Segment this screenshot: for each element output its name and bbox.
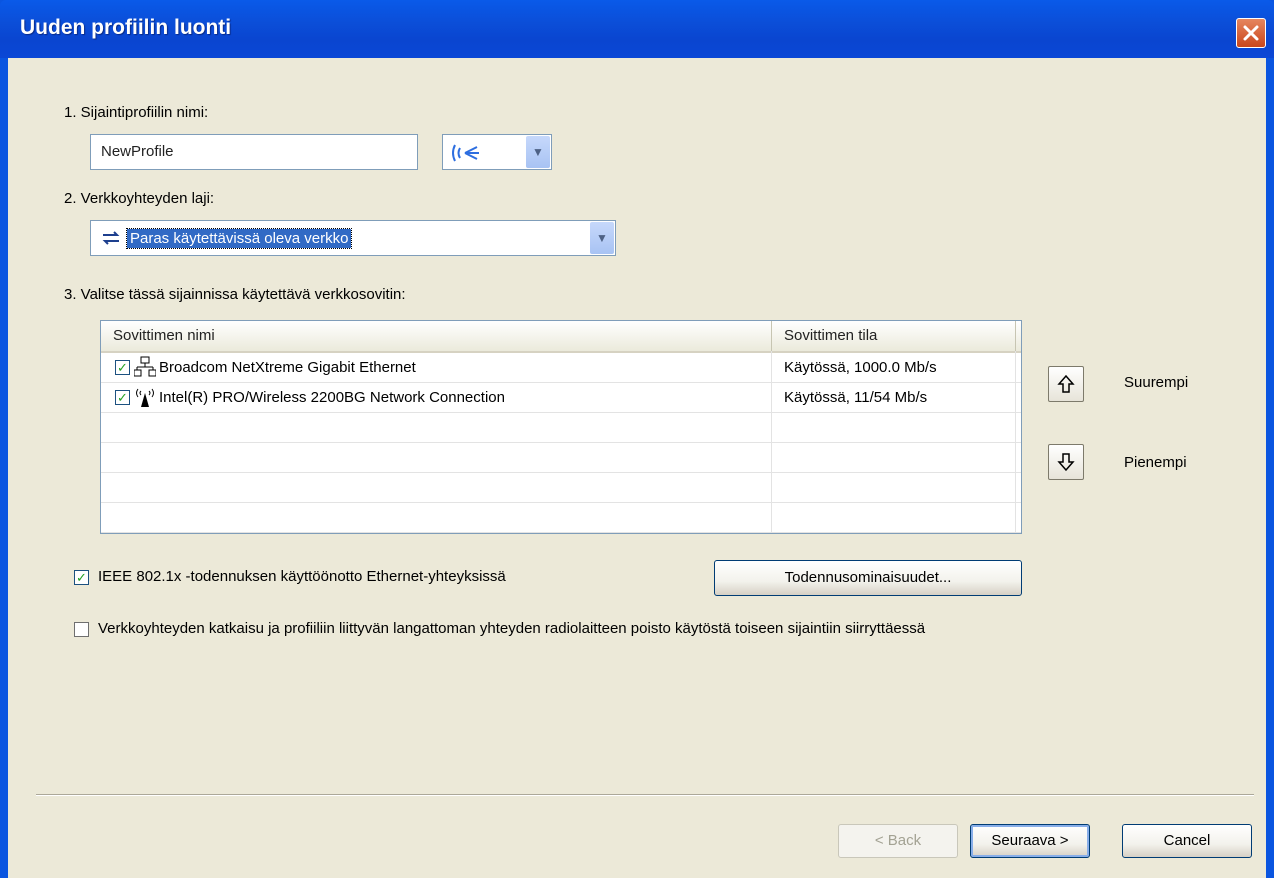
- wired-network-icon: [134, 356, 156, 377]
- disconnect-checkbox[interactable]: [74, 622, 89, 637]
- adapter-checkbox[interactable]: ✓: [115, 360, 130, 375]
- adapter-state: Käytössä, 11/54 Mb/s: [784, 389, 928, 406]
- next-button[interactable]: Seuraava >: [970, 824, 1090, 858]
- footer-separator: [36, 794, 1254, 796]
- move-down-button[interactable]: [1048, 444, 1084, 480]
- adapter-state: Käytössä, 1000.0 Mb/s: [784, 359, 937, 376]
- ieee-label: IEEE 802.1x -todennuksen käyttöönotto Et…: [98, 568, 506, 585]
- list-empty-row: [101, 503, 1021, 533]
- broadcast-icon: [452, 144, 479, 162]
- list-empty-row: [101, 473, 1021, 503]
- ieee-checkbox[interactable]: ✓: [74, 570, 89, 585]
- column-divider: [771, 351, 772, 533]
- close-button[interactable]: [1236, 18, 1266, 48]
- column-header-state[interactable]: Sovittimen tila: [772, 321, 1016, 351]
- disconnect-label: Verkkoyhteyden katkaisu ja profiiliin li…: [98, 620, 926, 637]
- cancel-button[interactable]: Cancel: [1122, 824, 1252, 858]
- chevron-down-icon[interactable]: ▼: [590, 222, 614, 254]
- connection-type-dropdown[interactable]: Paras käytettävissä oleva verkko ▼: [90, 220, 616, 256]
- chevron-down-icon[interactable]: ▼: [526, 136, 550, 168]
- move-up-label: Suurempi: [1124, 374, 1189, 391]
- auth-properties-button[interactable]: Todennusominaisuudet...: [714, 560, 1022, 596]
- connection-type-selected: Paras käytettävissä oleva verkko: [125, 228, 353, 249]
- move-down-label: Pienempi: [1124, 454, 1187, 471]
- list-empty-row: [101, 443, 1021, 473]
- adapter-row[interactable]: ✓ Intel(R) PRO/Wireless 2200BG Network C…: [101, 383, 1021, 413]
- column-divider: [1015, 351, 1016, 533]
- profile-icon-dropdown[interactable]: ▼: [442, 134, 552, 170]
- arrow-down-icon: [1057, 453, 1075, 472]
- list-empty-row: [101, 413, 1021, 443]
- title-bar: Uuden profiilin luonti: [0, 0, 1274, 58]
- close-icon: [1243, 25, 1259, 41]
- move-up-button[interactable]: [1048, 366, 1084, 402]
- profile-name-label: 1. Sijaintiprofiilin nimi:: [64, 104, 209, 121]
- column-header-name[interactable]: Sovittimen nimi: [101, 321, 772, 351]
- adapter-checkbox[interactable]: ✓: [115, 390, 130, 405]
- back-button[interactable]: < Back: [838, 824, 958, 858]
- connection-type-label: 2. Verkkoyhteyden laji:: [64, 190, 215, 207]
- profile-name-input[interactable]: NewProfile: [90, 134, 418, 170]
- adapter-select-label: 3. Valitse tässä sijainnissa käytettävä …: [64, 286, 406, 303]
- adapter-name: Intel(R) PRO/Wireless 2200BG Network Con…: [159, 389, 505, 406]
- adapter-name: Broadcom NetXtreme Gigabit Ethernet: [159, 359, 416, 376]
- adapter-list-header: Sovittimen nimi Sovittimen tila: [101, 321, 1021, 353]
- window-title: Uuden profiilin luonti: [20, 16, 232, 39]
- wireless-antenna-icon: [136, 388, 154, 407]
- auto-switch-icon: [102, 231, 120, 245]
- adapter-list[interactable]: Sovittimen nimi Sovittimen tila ✓ Broadc…: [100, 320, 1022, 534]
- dialog-body: 1. Sijaintiprofiilin nimi: NewProfile ▼ …: [8, 58, 1266, 878]
- adapter-row[interactable]: ✓ Broadcom NetXtreme Gigabit Ethernet Kä…: [101, 353, 1021, 383]
- arrow-up-icon: [1057, 374, 1075, 393]
